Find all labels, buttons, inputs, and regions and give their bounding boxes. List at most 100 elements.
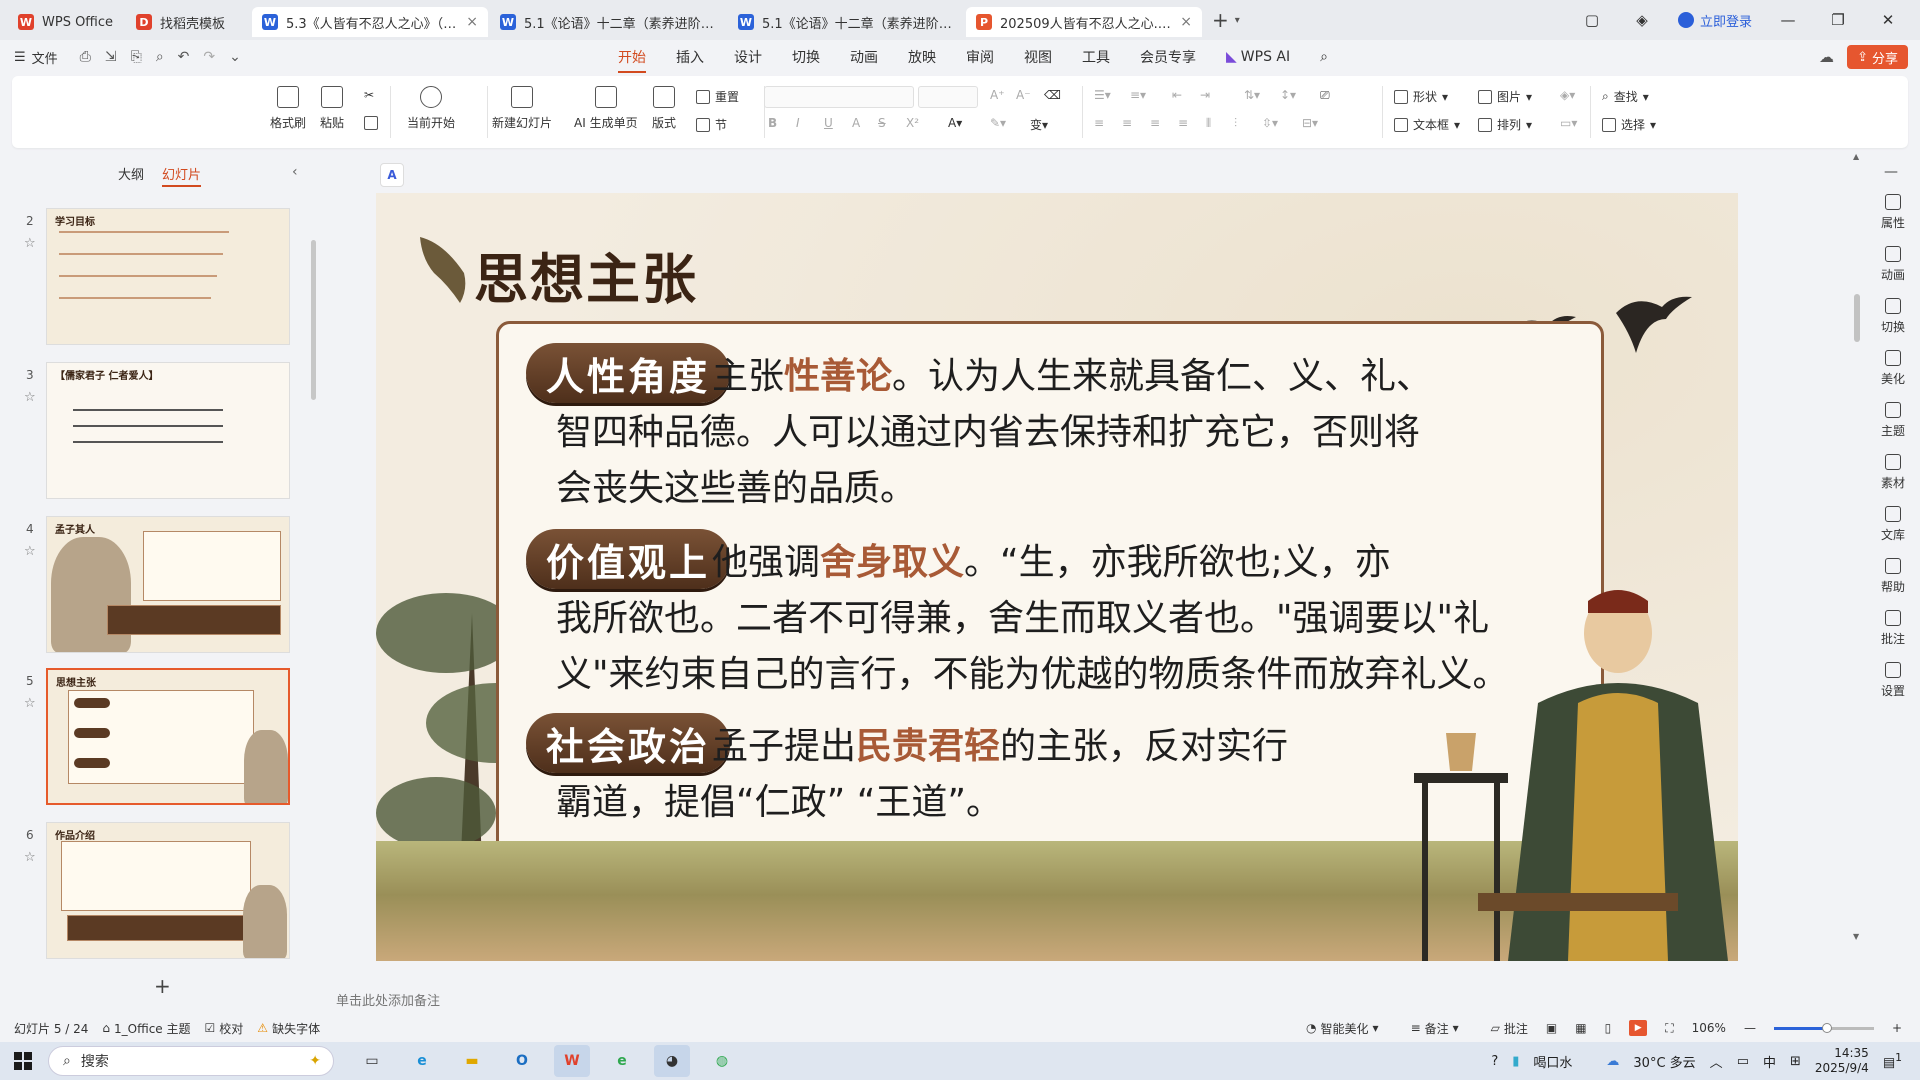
tab-outline[interactable]: 大纲: [118, 164, 144, 187]
tab-1[interactable]: D 找稻壳模板: [126, 7, 250, 37]
select-button[interactable]: 选择 ▾: [1602, 116, 1656, 133]
zoom-in-icon[interactable]: +: [1892, 1021, 1902, 1035]
login-button[interactable]: 立即登录: [1677, 11, 1752, 30]
qq-icon[interactable]: ◕: [654, 1045, 690, 1077]
file-explorer-icon[interactable]: ▬: [454, 1045, 490, 1077]
missing-font-button[interactable]: ⚠ 缺失字体: [257, 1020, 320, 1037]
menu-7[interactable]: 视图: [1024, 47, 1052, 67]
text-direction-icon[interactable]: ⇅▾: [1244, 88, 1260, 102]
menu-3[interactable]: 切换: [792, 47, 820, 67]
right-sidebar-item[interactable]: 动画: [1866, 246, 1920, 283]
star-icon[interactable]: ☆: [24, 850, 36, 865]
align-left-icon[interactable]: ≡: [1094, 116, 1104, 130]
slide-thumbnail[interactable]: 【儒家君子 仁者爱人】: [46, 362, 290, 499]
menu-6[interactable]: 审阅: [966, 47, 994, 67]
slide-thumbnail[interactable]: 孟子其人: [46, 516, 290, 653]
close-tab-icon[interactable]: ×: [1180, 14, 1192, 30]
add-slide-button[interactable]: +: [154, 974, 171, 998]
proofread-button[interactable]: ☑ 校对: [205, 1020, 244, 1037]
highlight-icon[interactable]: ✎▾: [990, 116, 1006, 130]
star-icon[interactable]: ☆: [24, 544, 36, 559]
file-menu[interactable]: ☰ 文件: [14, 48, 58, 67]
tab-0[interactable]: W WPS Office: [8, 7, 124, 37]
shape-button[interactable]: 形状 ▾: [1394, 88, 1448, 105]
share-button[interactable]: ⇪ 分享: [1847, 45, 1908, 69]
outlook-icon[interactable]: O: [504, 1045, 540, 1077]
fit-window-icon[interactable]: ⛶: [1665, 1021, 1673, 1036]
close-tab-icon[interactable]: ×: [466, 14, 478, 30]
right-sidebar-item[interactable]: 素材: [1866, 454, 1920, 491]
scroll-up-icon[interactable]: ▲: [1853, 152, 1859, 161]
menu-5[interactable]: 放映: [908, 47, 936, 67]
zoom-slider[interactable]: [1773, 1022, 1874, 1033]
columns-icon[interactable]: ⫶: [1234, 116, 1237, 131]
comments-toggle[interactable]: ▱ 批注: [1491, 1020, 1528, 1037]
slide-sorter-icon[interactable]: ▦: [1575, 1021, 1586, 1035]
char-spacing-icon[interactable]: 变▾: [1030, 116, 1048, 133]
slide-thumbnail[interactable]: 思想主张: [46, 668, 290, 805]
text-box-align-icon[interactable]: ⊟▾: [1302, 116, 1318, 130]
zoom-out-icon[interactable]: —: [1744, 1021, 1756, 1035]
right-sidebar-item[interactable]: 设置: [1866, 662, 1920, 699]
convert-icon[interactable]: ⎚: [1320, 88, 1330, 103]
numbered-list-icon[interactable]: ≡▾: [1130, 88, 1146, 102]
slide-thumbnail[interactable]: 作品介绍: [46, 822, 290, 959]
fill-icon[interactable]: ◈▾: [1560, 88, 1575, 102]
export-icon[interactable]: ⇲: [105, 49, 117, 65]
sidebar-collapse-icon[interactable]: —: [1884, 164, 1898, 180]
redo-icon[interactable]: ↷: [203, 49, 215, 65]
slideshow-button[interactable]: ▶: [1629, 1020, 1648, 1036]
weather-label[interactable]: 30°C 多云: [1633, 1052, 1695, 1071]
theme-indicator[interactable]: ⌂ 1_Office 主题: [102, 1020, 190, 1037]
panel-scrollbar[interactable]: [311, 240, 316, 400]
menu-9[interactable]: 会员专享: [1140, 47, 1196, 67]
font-size-select[interactable]: [918, 86, 978, 108]
underline-icon[interactable]: U: [824, 116, 833, 130]
right-sidebar-item[interactable]: 文库: [1866, 506, 1920, 543]
tab-3[interactable]: W 5.1《论语》十二章（素养进阶分层: [490, 7, 726, 37]
notification-icon[interactable]: ▤1: [1883, 1051, 1902, 1070]
tab-slides[interactable]: 幻灯片: [162, 164, 202, 187]
section-button[interactable]: 节: [696, 116, 727, 133]
reading-view-icon[interactable]: ▯: [1605, 1021, 1612, 1035]
tray-tip[interactable]: 喝口水: [1533, 1052, 1572, 1071]
cube-icon[interactable]: ◈: [1628, 11, 1656, 29]
find-button[interactable]: ⌕ 查找 ▾: [1602, 88, 1649, 105]
taskbar-search[interactable]: ⌕ 搜索 ✦: [48, 1046, 334, 1076]
right-sidebar-item[interactable]: 美化: [1866, 350, 1920, 387]
reset-button[interactable]: 重置: [696, 88, 739, 105]
tab-4[interactable]: W 5.1《论语》十二章（素养进阶分层: [728, 7, 964, 37]
help-tray-icon[interactable]: ?: [1491, 1054, 1498, 1069]
collapse-panel-icon[interactable]: ‹: [292, 164, 298, 180]
zoom-level[interactable]: 106%: [1692, 1021, 1726, 1035]
star-icon[interactable]: ☆: [24, 696, 36, 711]
grow-font-icon[interactable]: A⁺: [990, 88, 1005, 102]
font-family-select[interactable]: [764, 86, 914, 108]
layout-button[interactable]: 版式: [652, 86, 676, 131]
menu-4[interactable]: 动画: [850, 47, 878, 67]
new-tab-icon[interactable]: +: [1212, 8, 1229, 32]
right-sidebar-item[interactable]: 批注: [1866, 610, 1920, 647]
cut-icon[interactable]: ✂: [364, 88, 374, 102]
wps-ai-menu[interactable]: ◣ WPS AI: [1226, 49, 1290, 65]
tab-5[interactable]: P 202509人皆有不忍人之心.pp ×: [966, 7, 1202, 37]
bullet-list-icon[interactable]: ☰▾: [1094, 88, 1111, 102]
shadow-text-icon[interactable]: A: [852, 116, 860, 130]
zoom-knob[interactable]: [1821, 1022, 1832, 1033]
restore-tabs-icon[interactable]: ▢: [1578, 11, 1606, 29]
bold-icon[interactable]: B: [768, 116, 777, 130]
notes-toggle[interactable]: ≡ 备注 ▾: [1411, 1020, 1459, 1037]
justify-icon[interactable]: ≡: [1178, 116, 1188, 130]
outline-icon[interactable]: ▭▾: [1560, 116, 1577, 130]
align-center-icon[interactable]: ≡: [1122, 116, 1132, 130]
star-icon[interactable]: ☆: [24, 390, 36, 405]
distribute-icon[interactable]: ⫴: [1206, 116, 1211, 131]
right-sidebar-item[interactable]: 属性: [1866, 194, 1920, 231]
italic-icon[interactable]: I: [796, 116, 800, 130]
decrease-indent-icon[interactable]: ⇤: [1172, 88, 1182, 102]
save-icon[interactable]: ⎙: [80, 49, 91, 65]
copy-icon[interactable]: [364, 116, 378, 130]
ai-assistant-icon[interactable]: A: [380, 163, 404, 187]
align-right-icon[interactable]: ≡: [1150, 116, 1160, 130]
menu-8[interactable]: 工具: [1082, 47, 1110, 67]
